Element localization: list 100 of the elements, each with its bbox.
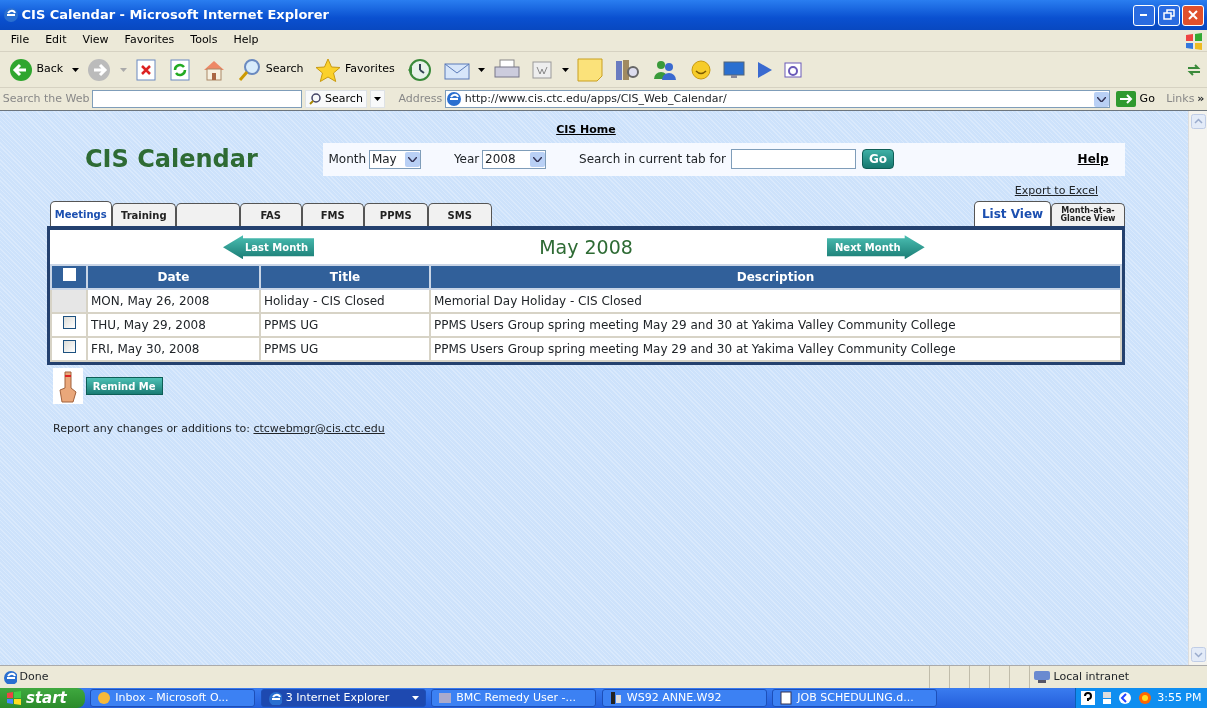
row-checkbox[interactable] xyxy=(62,340,76,354)
search-web-field[interactable] xyxy=(92,90,303,108)
select-all-checkbox[interactable] xyxy=(62,268,76,282)
report-text: Report any changes or additions to: xyxy=(53,421,251,435)
search-icon xyxy=(237,57,262,82)
scroll-down-icon xyxy=(1190,647,1206,663)
restore-button[interactable] xyxy=(1157,4,1180,26)
tab[interactable]: Training xyxy=(111,203,176,227)
menu-item[interactable]: Edit xyxy=(37,32,75,49)
menu-item[interactable]: View xyxy=(74,32,117,49)
page-heading: CIS Calendar xyxy=(84,144,259,176)
search-button[interactable]: Search xyxy=(234,57,307,82)
table-cell: PPMS Users Group spring meeting May 29 and 30 at Yakima Valley Community College xyxy=(430,313,1121,338)
table-cell: THU, May 29, 2008 xyxy=(87,313,260,338)
refresh-icon xyxy=(168,58,191,81)
field-label: Year xyxy=(453,151,480,169)
close-button[interactable] xyxy=(1182,4,1205,26)
caret-icon xyxy=(373,97,381,101)
row-checkbox[interactable] xyxy=(62,316,76,330)
menu-item[interactable]: Favorites xyxy=(116,32,183,49)
more-chevron[interactable]: » xyxy=(1197,90,1205,108)
minimize-icon xyxy=(1140,14,1148,16)
view-tab[interactable]: Month-at-a-Glance View xyxy=(1051,203,1125,227)
dropdown-button[interactable] xyxy=(369,90,385,108)
menu-item[interactable]: Help xyxy=(225,32,267,49)
taskbar-item[interactable]: 3 Internet Explorer xyxy=(260,689,426,707)
caret-icon xyxy=(561,67,569,72)
search-label: Search in current tab for xyxy=(579,151,726,169)
finger-ribbon-icon xyxy=(53,368,83,404)
view-tab[interactable]: List View xyxy=(974,201,1051,227)
history-icon xyxy=(406,57,433,82)
taskbar-item[interactable]: WS92 ANNE.W92 xyxy=(601,689,767,707)
dropdown-icon xyxy=(407,156,417,162)
monitor-icon xyxy=(723,59,746,80)
clock-text: 3:55 PM xyxy=(1157,689,1202,706)
dropdown-icon xyxy=(1096,96,1106,102)
tab[interactable]: FAS xyxy=(239,203,302,227)
app-icon xyxy=(2,7,19,23)
column-header: Date xyxy=(87,265,260,290)
table-cell: MON, May 26, 2008 xyxy=(87,289,260,314)
field-label: Month xyxy=(328,151,367,169)
search-icon xyxy=(309,93,322,105)
scrollbar[interactable] xyxy=(1188,111,1207,665)
search-field[interactable] xyxy=(731,149,857,170)
email-link[interactable]: ctcwebmgr@cis.ctc.edu xyxy=(253,421,385,435)
taskbar-item[interactable]: BMC Remedy User -... xyxy=(431,689,597,707)
windows-flag-icon xyxy=(6,691,22,705)
table-cell: FRI, May 30, 2008 xyxy=(87,337,260,362)
export-link[interactable]: Export to Excel xyxy=(1014,183,1098,197)
go-button[interactable]: Go xyxy=(1112,90,1158,108)
menu-item[interactable]: Tools xyxy=(182,32,226,49)
start-button[interactable]: start xyxy=(0,688,85,708)
home-link[interactable]: CIS Home xyxy=(556,123,616,136)
go-arrow-icon xyxy=(1115,91,1136,107)
table-cell: PPMS UG xyxy=(260,337,430,362)
star-icon xyxy=(315,57,341,82)
caret-icon xyxy=(411,696,419,700)
tab[interactable]: FMS xyxy=(301,203,364,227)
taskbar-item[interactable]: JOB SCHEDULING.d... xyxy=(772,689,938,707)
favorites-button[interactable]: Favorites xyxy=(312,57,398,82)
tab[interactable]: Meetings xyxy=(49,201,112,227)
page-icon xyxy=(2,670,17,684)
network-icon xyxy=(1100,691,1113,705)
window-title: CIS Calendar - Microsoft Internet Explorer xyxy=(21,6,330,25)
books-icon xyxy=(614,57,641,82)
tab[interactable] xyxy=(175,203,240,227)
table-cell: Memorial Day Holiday - CIS Closed xyxy=(430,289,1121,314)
table-cell: PPMS Users Group spring meeting May 29 and 30 at Yakima Valley Community College xyxy=(430,337,1121,362)
go-button[interactable]: Go xyxy=(861,149,894,170)
printer-icon xyxy=(493,58,520,81)
year-select[interactable]: 2008 xyxy=(482,149,547,169)
tab[interactable]: PPMS xyxy=(363,203,428,227)
caret-icon xyxy=(71,67,79,72)
address-label: Address xyxy=(398,90,443,107)
document-icon xyxy=(608,691,623,705)
column-header: Title xyxy=(260,265,430,290)
browser-icon xyxy=(784,60,803,79)
play-icon xyxy=(756,60,773,79)
month-select[interactable]: May xyxy=(368,149,421,169)
close-icon xyxy=(1188,10,1199,20)
network-icon xyxy=(1032,670,1051,684)
minimize-button[interactable] xyxy=(1132,4,1155,26)
sticky-note-icon xyxy=(577,57,604,82)
tab[interactable]: SMS xyxy=(427,203,492,227)
table-cell: PPMS UG xyxy=(260,313,430,338)
restore-icon xyxy=(1162,9,1175,21)
web-search-button[interactable]: Search xyxy=(305,89,367,109)
table-cell: Holiday - CIS Closed xyxy=(260,289,430,314)
zone-text: Local intranet xyxy=(1053,668,1130,685)
back-button[interactable]: Back xyxy=(5,57,67,82)
stop-icon xyxy=(135,58,158,81)
taskbar-item[interactable]: Inbox - Microsoft O... xyxy=(90,689,256,707)
dropdown-icon xyxy=(533,156,543,162)
flower-icon xyxy=(1137,691,1152,705)
caret-icon xyxy=(119,67,127,72)
help-link[interactable]: Help xyxy=(1077,150,1109,169)
scroll-up-icon xyxy=(1190,113,1206,129)
address-field[interactable]: http://www.cis.ctc.edu/apps/CIS_Web_Calendar/ xyxy=(444,90,1110,108)
mail-icon xyxy=(97,691,112,705)
menu-item[interactable]: File xyxy=(2,32,38,49)
